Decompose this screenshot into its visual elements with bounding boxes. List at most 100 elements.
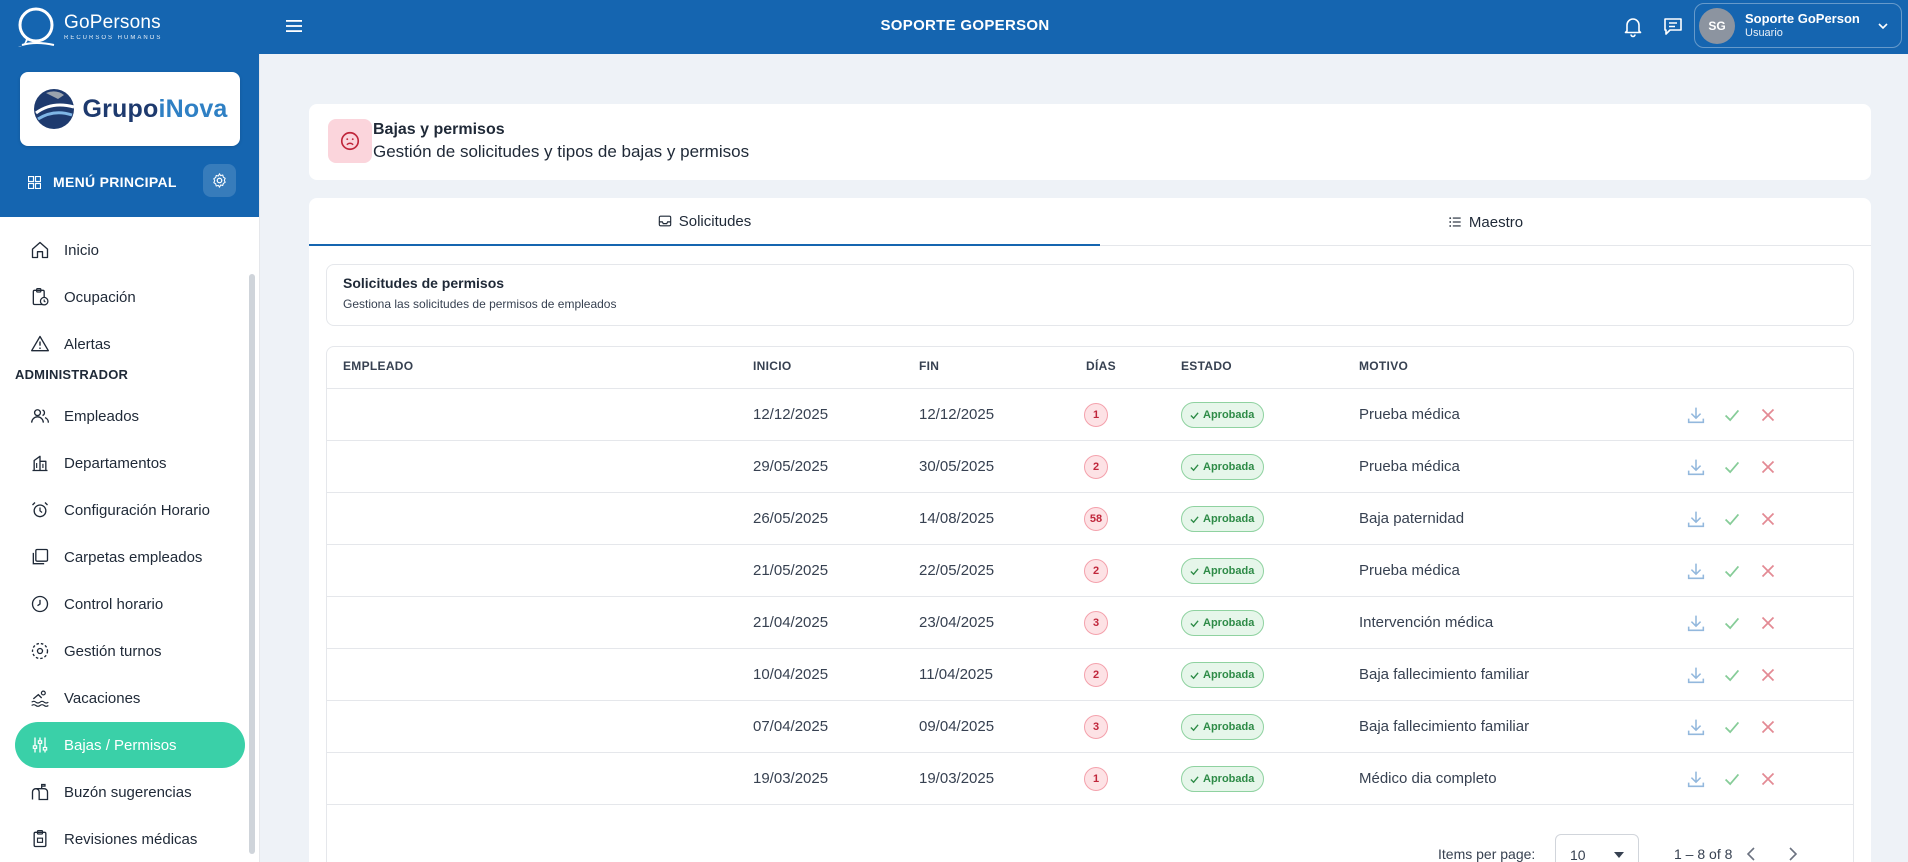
sidebar-scrollbar[interactable]	[249, 274, 255, 854]
grid-icon	[28, 175, 41, 189]
logo-text-inova: iNova	[158, 94, 228, 123]
column-header-dias[interactable]: DÍAS	[1086, 359, 1116, 373]
sidebar-item-buzon-sugerencias[interactable]: Buzón sugerencias	[15, 769, 245, 815]
approve-check-icon[interactable]	[1721, 612, 1743, 634]
tab-bar: Solicitudes Maestro	[309, 198, 1871, 246]
main-menu-label: MENÚ PRINCIPAL	[53, 174, 177, 190]
items-per-page-select[interactable]: 10	[1555, 834, 1639, 862]
column-header-inicio[interactable]: INICIO	[753, 359, 791, 373]
cell-fin: 11/04/2025	[919, 666, 993, 683]
gopersons-logo-icon	[18, 7, 55, 47]
status-label: Aprobada	[1203, 669, 1255, 681]
caret-down-icon	[1614, 852, 1624, 858]
days-badge: 58	[1084, 507, 1108, 531]
sliders-icon	[32, 737, 48, 753]
cell-inicio: 19/03/2025	[753, 770, 829, 787]
reject-x-icon[interactable]	[1757, 456, 1779, 478]
sidebar-item-gestion-turnos[interactable]: Gestión turnos	[15, 628, 245, 674]
tab-solicitudes[interactable]: Solicitudes	[309, 198, 1100, 246]
next-page-button[interactable]	[1780, 842, 1804, 862]
sidebar-item-bajas-permisos[interactable]: Bajas / Permisos	[15, 722, 245, 768]
building-icon	[32, 455, 48, 472]
hamburger-menu-icon[interactable]	[285, 17, 303, 35]
download-icon[interactable]	[1685, 768, 1707, 790]
days-badge: 1	[1084, 767, 1108, 791]
page-title: Bajas y permisos	[373, 121, 505, 138]
users-icon	[31, 409, 49, 423]
sidebar-item-vacaciones[interactable]: Vacaciones	[15, 675, 245, 721]
status-badge: Aprobada	[1181, 714, 1265, 740]
bell-icon[interactable]	[1621, 14, 1645, 38]
previous-page-button[interactable]	[1740, 842, 1764, 862]
sidebar-item-label: Departamentos	[64, 454, 167, 472]
column-header-estado[interactable]: ESTADO	[1181, 359, 1232, 373]
reject-x-icon[interactable]	[1757, 560, 1779, 582]
clipboard-check-icon	[33, 830, 47, 848]
table-row[interactable]: 10/04/2025 11/04/2025 2 Aprobada Baja fallec…	[327, 649, 1853, 701]
cell-inicio: 21/04/2025	[753, 614, 829, 631]
sidebar-item-inicio[interactable]: Inicio	[15, 227, 245, 273]
check-icon	[1190, 619, 1199, 627]
sidebar-item-revisiones-medicas[interactable]: Revisiones médicas	[15, 816, 245, 862]
table-row[interactable]: 12/12/2025 12/12/2025 1 Aprobada Prueba médi…	[327, 389, 1853, 441]
reject-x-icon[interactable]	[1757, 768, 1779, 790]
sidebar-item-empleados[interactable]: Empleados	[15, 393, 245, 439]
approve-check-icon[interactable]	[1721, 560, 1743, 582]
sidebar-item-control-horario[interactable]: Control horario	[15, 581, 245, 627]
sidebar-item-configuracion-horario[interactable]: Configuración Horario	[15, 487, 245, 533]
table-row[interactable]: 21/05/2025 22/05/2025 2 Aprobada Prueba médi…	[327, 545, 1853, 597]
download-icon[interactable]	[1685, 612, 1707, 634]
download-icon[interactable]	[1685, 560, 1707, 582]
download-icon[interactable]	[1685, 456, 1707, 478]
column-header-motivo[interactable]: MOTIVO	[1359, 359, 1408, 373]
sidebar-item-alertas[interactable]: Alertas	[15, 321, 245, 367]
status-badge: Aprobada	[1181, 766, 1265, 792]
gopersons-logo[interactable]: GoPersons Recursos Humanos	[14, 5, 162, 49]
approve-check-icon[interactable]	[1721, 508, 1743, 530]
download-icon[interactable]	[1685, 404, 1707, 426]
sidebar-item-carpetas-empleados[interactable]: Carpetas empleados	[15, 534, 245, 580]
folders-icon	[32, 548, 49, 565]
status-label: Aprobada	[1203, 409, 1255, 421]
avatar: SG	[1699, 7, 1735, 44]
chat-icon[interactable]	[1661, 14, 1685, 38]
grupoinova-logo-icon	[34, 89, 75, 129]
reject-x-icon[interactable]	[1757, 508, 1779, 530]
table-row[interactable]: 19/03/2025 19/03/2025 1 Aprobada Médico dia …	[327, 753, 1853, 805]
user-menu[interactable]: SG Soporte GoPerson Usuario	[1694, 3, 1902, 48]
tab-maestro[interactable]: Maestro	[1100, 198, 1871, 246]
sidebar-item-ocupacion[interactable]: Ocupación	[15, 274, 245, 320]
download-icon[interactable]	[1685, 716, 1707, 738]
status-label: Aprobada	[1203, 565, 1255, 577]
column-header-fin[interactable]: FIN	[919, 359, 939, 373]
cell-fin: 30/05/2025	[919, 458, 995, 475]
sidebar-item-departamentos[interactable]: Departamentos	[15, 440, 245, 486]
settings-button[interactable]	[203, 164, 236, 197]
table-row[interactable]: 26/05/2025 14/08/2025 58 Aprobada Baja pater…	[327, 493, 1853, 545]
column-header-empleado[interactable]: EMPLEADO	[343, 359, 413, 373]
table-row[interactable]: 21/04/2025 23/04/2025 3 Aprobada Intervenció…	[327, 597, 1853, 649]
approve-check-icon[interactable]	[1721, 716, 1743, 738]
sidebar-item-label: Alertas	[64, 335, 111, 353]
approve-check-icon[interactable]	[1721, 768, 1743, 790]
reject-x-icon[interactable]	[1757, 404, 1779, 426]
cell-inicio: 07/04/2025	[753, 718, 829, 735]
reject-x-icon[interactable]	[1757, 664, 1779, 686]
approve-check-icon[interactable]	[1721, 404, 1743, 426]
cell-motivo: Baja fallecimiento familiar	[1359, 666, 1530, 683]
table-row[interactable]: 29/05/2025 30/05/2025 2 Aprobada Prueba médi…	[327, 441, 1853, 493]
main-menu-link[interactable]: MENÚ PRINCIPAL	[28, 174, 177, 190]
dashed-circle-icon	[31, 642, 49, 660]
download-icon[interactable]	[1685, 664, 1707, 686]
sidebar-item-label: Carpetas empleados	[64, 548, 203, 566]
reject-x-icon[interactable]	[1757, 612, 1779, 634]
sidebar-item-label: Ocupación	[64, 288, 136, 306]
reject-x-icon[interactable]	[1757, 716, 1779, 738]
table-row[interactable]: 07/04/2025 09/04/2025 3 Aprobada Baja fallec…	[327, 701, 1853, 753]
approve-check-icon[interactable]	[1721, 456, 1743, 478]
cell-inicio: 12/12/2025	[753, 406, 829, 423]
swimmer-icon	[31, 690, 49, 707]
approve-check-icon[interactable]	[1721, 664, 1743, 686]
download-icon[interactable]	[1685, 508, 1707, 530]
sidebar-item-label: Inicio	[64, 241, 100, 259]
